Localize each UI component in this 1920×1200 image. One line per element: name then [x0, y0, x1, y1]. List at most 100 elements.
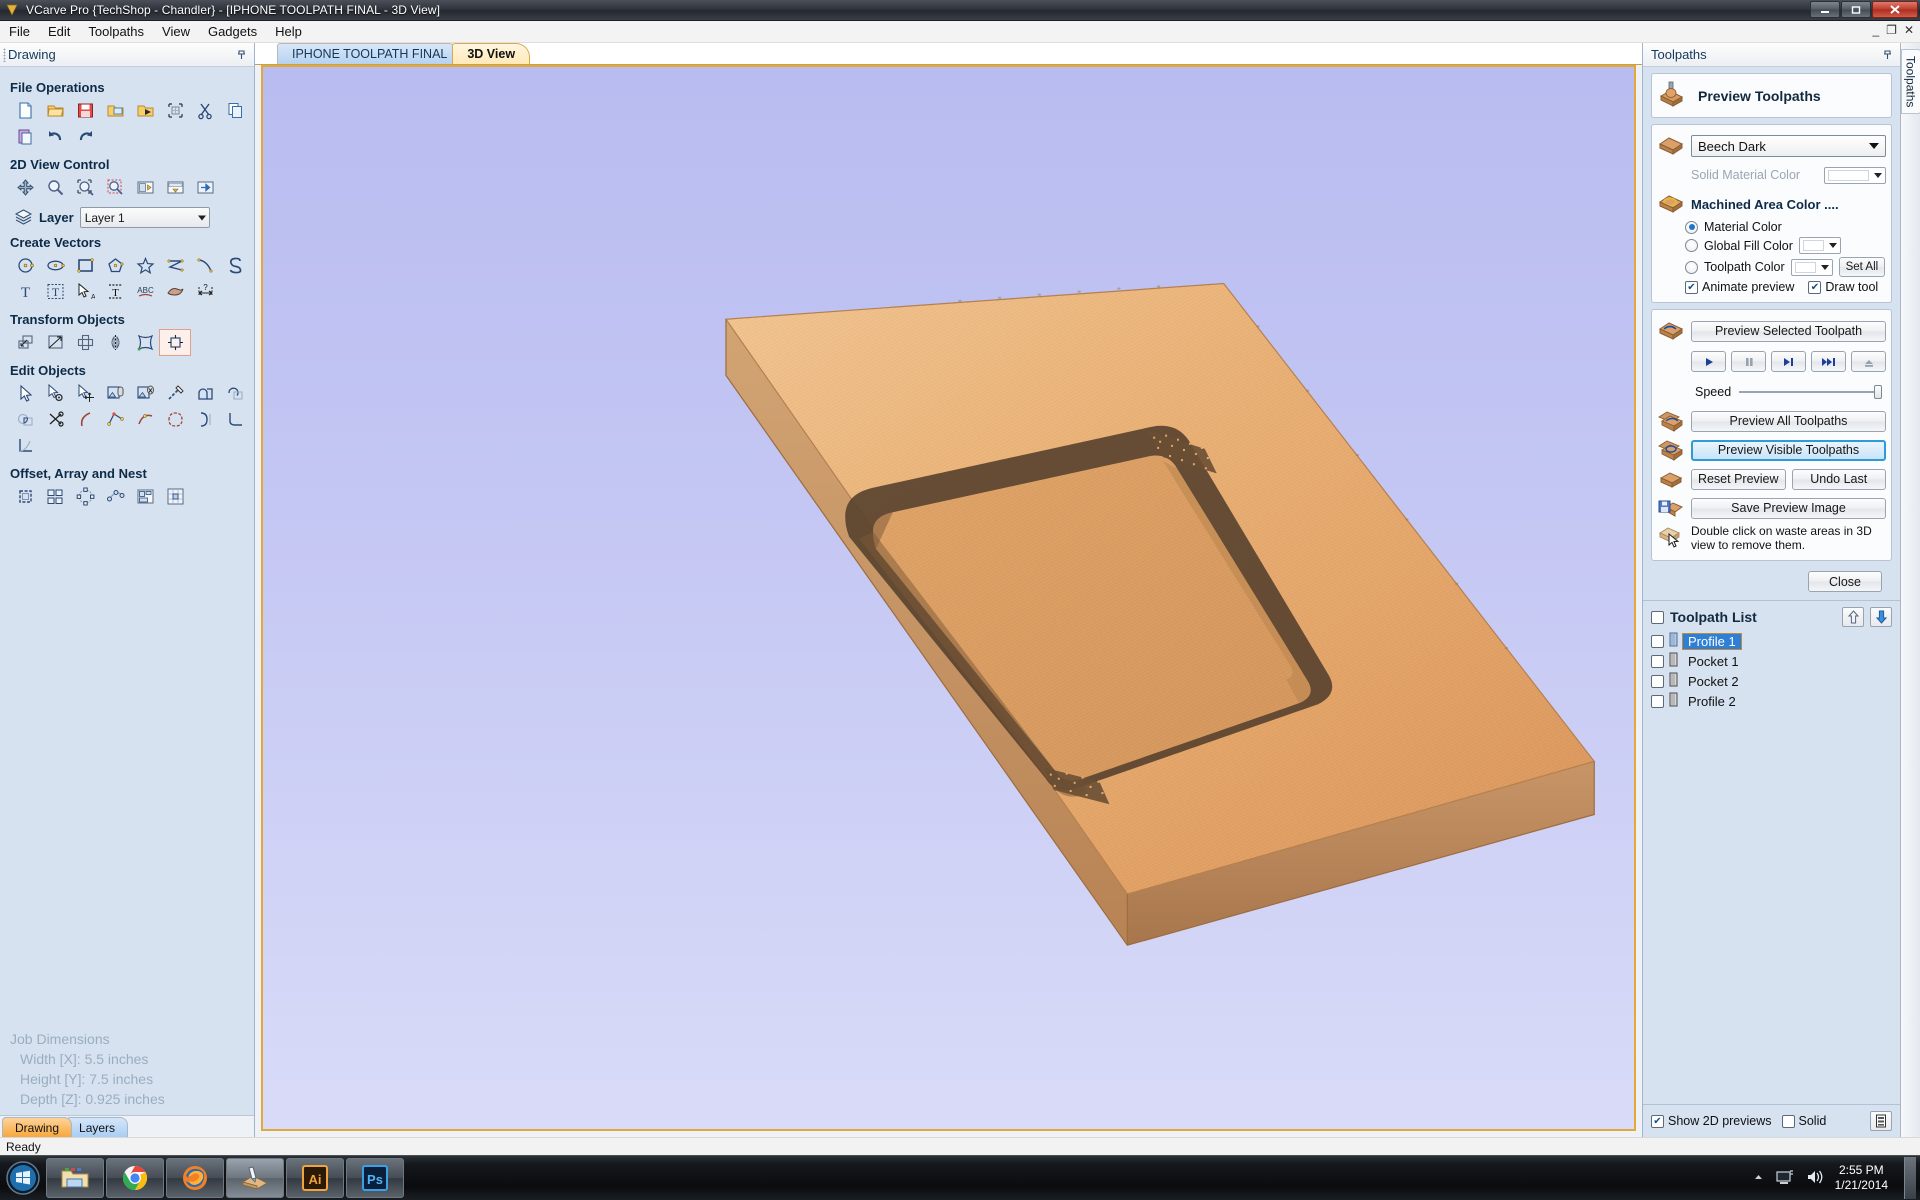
toolpath-list-master-checkbox[interactable] — [1651, 610, 1664, 624]
toolpath-checkbox[interactable] — [1651, 674, 1664, 688]
rotate-icon[interactable] — [70, 330, 100, 355]
toolpath-checkbox[interactable] — [1651, 634, 1664, 648]
clock[interactable]: 2:55 PM 1/21/2014 — [1835, 1163, 1888, 1193]
trim-icon[interactable] — [40, 407, 70, 432]
radio-material-color[interactable] — [1685, 220, 1698, 234]
zoom-icon[interactable] — [40, 175, 70, 200]
star-icon[interactable] — [130, 253, 160, 278]
pin-icon[interactable] — [236, 49, 247, 63]
node-edit-icon[interactable] — [10, 381, 40, 406]
dimension-icon[interactable]: ? — [190, 279, 220, 304]
smooth-icon[interactable] — [130, 407, 160, 432]
speed-slider[interactable] — [1739, 385, 1882, 399]
offset-open-icon[interactable] — [190, 407, 220, 432]
toolpath-item-profile-2[interactable]: Profile 2 — [1651, 691, 1892, 711]
measure-icon[interactable] — [160, 381, 190, 406]
material-color-option[interactable]: Material Color — [1657, 220, 1886, 234]
solid-material-color-swatch[interactable] — [1824, 166, 1886, 184]
zoom-width-icon[interactable] — [160, 175, 190, 200]
fillet-icon[interactable] — [220, 407, 250, 432]
global-fill-color-swatch[interactable] — [1798, 237, 1841, 254]
close-vector-icon[interactable] — [160, 407, 190, 432]
mirror-icon[interactable] — [100, 330, 130, 355]
join-icon[interactable] — [70, 407, 100, 432]
distort-icon[interactable] — [130, 330, 160, 355]
toolpath-color-swatch[interactable] — [1790, 258, 1833, 276]
toolpath-checkbox[interactable] — [1651, 694, 1664, 708]
intersect-icon[interactable] — [10, 407, 40, 432]
tab-layers[interactable]: Layers — [66, 1117, 129, 1137]
radio-global-fill-color[interactable] — [1685, 239, 1698, 252]
global-fill-color-option[interactable]: Global Fill Color — [1657, 237, 1886, 254]
step-forward-button[interactable] — [1771, 351, 1806, 372]
menu-item-help[interactable]: Help — [266, 22, 311, 41]
menu-item-toolpaths[interactable]: Toolpaths — [79, 22, 153, 41]
rectangle-icon[interactable] — [70, 253, 100, 278]
3d-viewport[interactable] — [261, 65, 1636, 1131]
layer-select[interactable]: Layer 1 — [79, 207, 210, 228]
redo-icon[interactable] — [70, 124, 100, 149]
preview-all-toolpaths-button[interactable]: Preview All Toolpaths — [1691, 410, 1886, 432]
cut-scissors-icon[interactable] — [190, 98, 220, 123]
solid-checkbox[interactable]: Solid — [1781, 1114, 1826, 1128]
plate-layout-icon[interactable] — [160, 484, 190, 509]
chevron-up-icon[interactable] — [1752, 1171, 1765, 1186]
toolpath-checkbox[interactable] — [1651, 654, 1664, 668]
pause-button[interactable] — [1731, 351, 1766, 372]
circular-copy-icon[interactable] — [70, 484, 100, 509]
open-folder-icon[interactable] — [40, 98, 70, 123]
vcarve-icon[interactable] — [226, 1158, 284, 1198]
scale-icon[interactable] — [40, 330, 70, 355]
pan-icon[interactable] — [10, 175, 40, 200]
toolpath-item-pocket-2[interactable]: Pocket 2 — [1651, 671, 1892, 691]
menu-item-gadgets[interactable]: Gadgets — [199, 22, 266, 41]
ungroup-icon[interactable]: x — [130, 381, 160, 406]
circle-icon[interactable] — [10, 253, 40, 278]
paste-icon[interactable] — [10, 124, 40, 149]
zoom-selected-icon[interactable] — [70, 175, 100, 200]
menu-item-view[interactable]: View — [153, 22, 199, 41]
toolpath-item-pocket-1[interactable]: Pocket 1 — [1651, 651, 1892, 671]
subtract-icon[interactable] — [220, 381, 250, 406]
undo-last-button[interactable]: Undo Last — [1791, 468, 1886, 490]
text-box-icon[interactable]: T — [40, 279, 70, 304]
material-select[interactable]: Beech Dark — [1691, 135, 1886, 157]
toolpath-item-profile-1[interactable]: Profile 1 — [1651, 631, 1892, 651]
minimize-button[interactable] — [1810, 1, 1840, 18]
text-arc-icon[interactable]: ABC — [130, 279, 160, 304]
fast-forward-button[interactable] — [1811, 351, 1846, 372]
mdi-restore-button[interactable]: ❐ — [1886, 23, 1897, 37]
group-icon[interactable] — [100, 381, 130, 406]
move-icon[interactable] — [10, 330, 40, 355]
zoom-box-icon[interactable] — [100, 175, 130, 200]
nest-icon[interactable] — [130, 484, 160, 509]
close-panel-button[interactable]: Close — [1808, 571, 1882, 592]
export-folder-icon[interactable] — [130, 98, 160, 123]
block-copy-icon[interactable] — [40, 484, 70, 509]
node-tools-icon[interactable] — [40, 381, 70, 406]
maximize-button[interactable] — [1841, 1, 1871, 18]
job-setup-icon[interactable] — [160, 98, 190, 123]
animate-preview-checkbox[interactable]: ✔ Animate preview — [1685, 280, 1794, 294]
offset-icon[interactable] — [10, 484, 40, 509]
save-preview-image-button[interactable]: Save Preview Image — [1691, 497, 1886, 519]
volume-icon[interactable] — [1805, 1168, 1825, 1189]
illustrator-icon[interactable]: Ai — [286, 1158, 344, 1198]
show-2d-previews-checkbox[interactable]: ✔ Show 2D previews — [1651, 1114, 1772, 1128]
mdi-minimize-button[interactable]: _ — [1872, 23, 1879, 37]
play-button[interactable] — [1691, 351, 1726, 372]
zoom-page-icon[interactable] — [130, 175, 160, 200]
spiral-icon[interactable] — [220, 253, 250, 278]
windows-start-icon[interactable] — [0, 1157, 46, 1199]
move-nodes-icon[interactable] — [70, 381, 100, 406]
zoom-next-icon[interactable] — [190, 175, 220, 200]
copy-along-curve-icon[interactable] — [100, 484, 130, 509]
preview-selected-toolpath-button[interactable]: Preview Selected Toolpath — [1691, 320, 1886, 342]
photoshop-icon[interactable]: Ps — [346, 1158, 404, 1198]
draw-tool-checkbox[interactable]: ✔ Draw tool — [1808, 280, 1878, 294]
toolpath-color-option[interactable]: Toolpath Color Set All — [1657, 257, 1886, 277]
pin-icon[interactable] — [1882, 49, 1893, 63]
new-file-icon[interactable] — [10, 98, 40, 123]
firefox-icon[interactable] — [166, 1158, 224, 1198]
preview-visible-toolpaths-button[interactable]: Preview Visible Toolpaths — [1691, 439, 1886, 461]
